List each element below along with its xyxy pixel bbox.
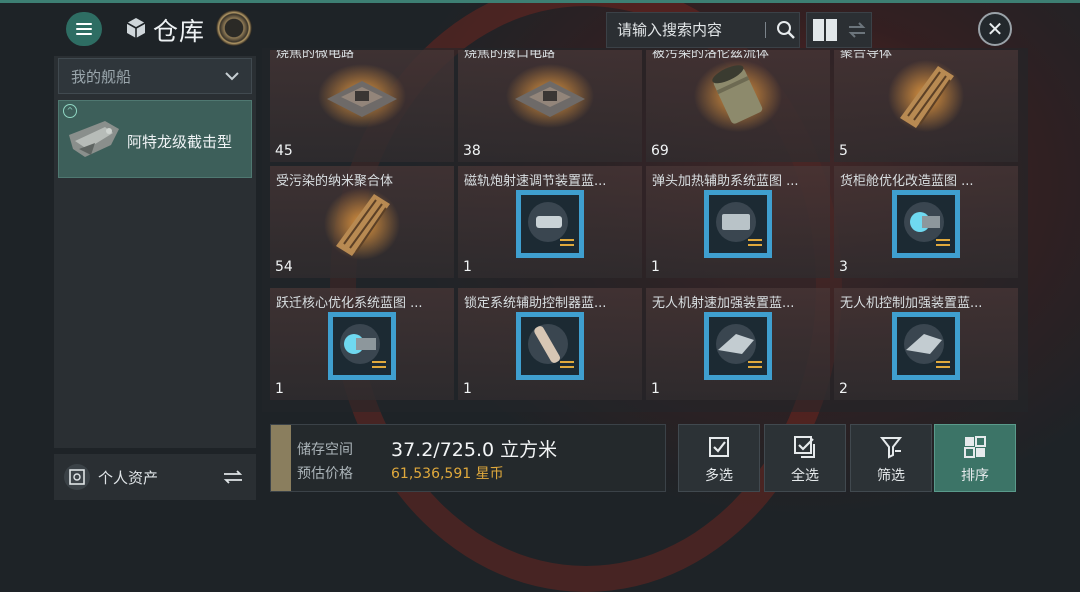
multi-select-label: 多选 xyxy=(705,468,733,484)
search-input[interactable] xyxy=(607,20,759,40)
ship-name: 阿特龙级截击型 xyxy=(127,133,233,151)
item-name: 无人机射速加强装置蓝... xyxy=(652,296,795,311)
item-count: 1 xyxy=(463,259,472,275)
conductor-icon xyxy=(888,60,964,132)
item-count: 45 xyxy=(275,143,293,159)
filter-button[interactable]: 筛选 xyxy=(850,424,932,492)
search-icon[interactable] xyxy=(776,20,796,40)
ship-icon xyxy=(69,121,119,157)
price-value: 61,536,591 星币 xyxy=(391,466,504,482)
dropdown-label: 我的舰船 xyxy=(71,67,132,86)
filter-icon xyxy=(879,437,903,459)
item-name: 磁轨炮射速调节装置蓝... xyxy=(464,174,607,189)
menu-icon xyxy=(76,20,92,38)
item-count: 38 xyxy=(463,143,481,159)
item-tile[interactable]: 磁轨炮射速调节装置蓝... 1 xyxy=(458,166,642,278)
item-tile[interactable]: 无人机控制加强装置蓝... 2 xyxy=(834,288,1018,400)
item-tile[interactable]: 烧焦的微电路 45 xyxy=(270,50,454,162)
storage-label: 储存空间 xyxy=(297,442,353,458)
multi-select-button[interactable]: 多选 xyxy=(678,424,760,492)
storage-value: 37.2/725.0 立方米 xyxy=(391,439,558,461)
canister-icon xyxy=(694,60,782,132)
item-name: 货柜舱优化改造蓝图 ... xyxy=(840,174,974,189)
assets-label: 个人资产 xyxy=(98,468,159,487)
swap-arrows-icon[interactable] xyxy=(847,20,867,40)
price-label: 预估价格 xyxy=(297,466,353,482)
item-count: 1 xyxy=(651,259,660,275)
item-count: 3 xyxy=(839,259,848,275)
blueprint-icon xyxy=(892,312,960,380)
close-icon: ✕ xyxy=(986,17,1004,41)
select-all-label: 全选 xyxy=(791,468,819,484)
swap-icon[interactable] xyxy=(222,469,244,485)
sort-button[interactable]: 排序 xyxy=(934,424,1016,492)
chip-icon xyxy=(318,64,406,128)
conductor-icon xyxy=(324,188,400,260)
chevron-down-icon xyxy=(225,72,239,81)
item-name: 跃迁核心优化系统蓝图 ... xyxy=(276,296,423,311)
blueprint-icon xyxy=(704,312,772,380)
grid-view-icon[interactable] xyxy=(812,18,838,42)
item-tile[interactable]: 被污染的洛伦兹流体 69 xyxy=(646,50,830,162)
check-all-icon xyxy=(794,436,815,458)
sort-label: 排序 xyxy=(961,468,989,484)
item-count: 69 xyxy=(651,143,669,159)
item-name: 锁定系统辅助控制器蓝... xyxy=(464,296,607,311)
item-count: 1 xyxy=(651,381,660,397)
item-count: 1 xyxy=(463,381,472,397)
item-count: 2 xyxy=(839,381,848,397)
safe-icon xyxy=(64,464,90,490)
item-name: 弹头加热辅助系统蓝图 ... xyxy=(652,174,799,189)
select-all-button[interactable]: 全选 xyxy=(764,424,846,492)
item-count: 54 xyxy=(275,259,293,275)
sort-icon xyxy=(964,436,986,458)
item-tile[interactable]: 跃迁核心优化系统蓝图 ... 1 xyxy=(270,288,454,400)
blueprint-icon xyxy=(892,190,960,258)
storage-stripe xyxy=(271,425,291,491)
blueprint-icon xyxy=(704,190,772,258)
chip-icon xyxy=(506,64,594,128)
top-accent-line xyxy=(0,0,1080,3)
item-tile[interactable]: 弹头加热辅助系统蓝图 ... 1 xyxy=(646,166,830,278)
coin-icon[interactable] xyxy=(216,10,252,46)
personal-assets-button[interactable]: 个人资产 xyxy=(54,454,256,500)
blueprint-icon xyxy=(328,312,396,380)
item-tile[interactable]: 货柜舱优化改造蓝图 ... 3 xyxy=(834,166,1018,278)
item-tile[interactable]: 聚合导体 5 xyxy=(834,50,1018,162)
blueprint-icon xyxy=(516,190,584,258)
item-tile[interactable]: 锁定系统辅助控制器蓝... 1 xyxy=(458,288,642,400)
page-title: 仓库 xyxy=(153,17,206,46)
item-count: 5 xyxy=(839,143,848,159)
ship-card-selected[interactable]: ^ 阿特龙级截击型 xyxy=(58,100,252,178)
search-box[interactable] xyxy=(606,12,800,48)
close-button[interactable]: ✕ xyxy=(978,12,1012,46)
ship-dropdown[interactable]: 我的舰船 xyxy=(58,58,252,94)
filter-label: 筛选 xyxy=(877,468,905,484)
checkbox-icon xyxy=(709,437,729,457)
item-tile[interactable]: 无人机射速加强装置蓝... 1 xyxy=(646,288,830,400)
storage-summary: 储存空间 37.2/725.0 立方米 预估价格 61,536,591 星币 xyxy=(270,424,666,492)
item-name: 烧焦的接口电路 xyxy=(464,50,556,61)
item-name: 烧焦的微电路 xyxy=(276,50,355,61)
cube-icon xyxy=(126,18,146,38)
item-name: 无人机控制加强装置蓝... xyxy=(840,296,983,311)
item-tile[interactable]: 烧焦的接口电路 38 xyxy=(458,50,642,162)
blueprint-icon xyxy=(516,312,584,380)
menu-button[interactable] xyxy=(66,12,102,46)
search-divider xyxy=(765,22,766,38)
item-tile[interactable]: 受污染的纳米聚合体 54 xyxy=(270,166,454,278)
view-toggle[interactable] xyxy=(806,12,872,48)
item-count: 1 xyxy=(275,381,284,397)
